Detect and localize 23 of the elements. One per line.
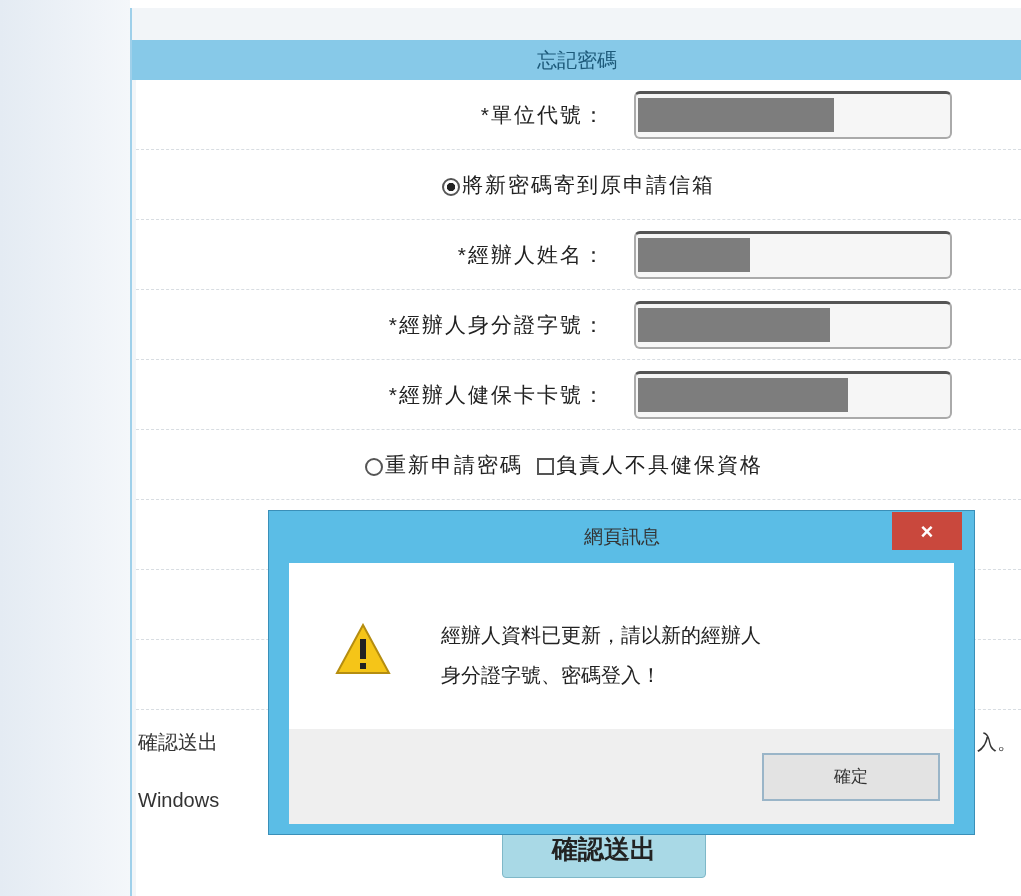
option-label: 負責人不具健保資格 bbox=[555, 451, 763, 478]
input-field[interactable] bbox=[634, 370, 952, 419]
warning-icon bbox=[335, 623, 391, 675]
radio-button[interactable] bbox=[442, 177, 460, 196]
field-label: *經辦人姓名： bbox=[456, 241, 607, 268]
option-label: 重新申請密碼 bbox=[384, 451, 523, 478]
note-text: 確認送出 bbox=[138, 730, 218, 755]
dialog-message: 經辦人資料已更新，請以新的經辦人 身分證字號、密碼登入！ bbox=[441, 623, 761, 688]
input-field[interactable] bbox=[634, 90, 952, 139]
option-label: 將新密碼寄到原申請信箱 bbox=[462, 171, 715, 198]
field-label: *單位代號： bbox=[479, 101, 607, 128]
input-field[interactable] bbox=[634, 300, 952, 349]
field-label: *經辦人健保卡卡號： bbox=[387, 381, 607, 408]
checkbox[interactable] bbox=[536, 458, 554, 475]
dialog-title: 網頁訊息 bbox=[583, 524, 660, 549]
form-title: 忘記密碼 bbox=[132, 40, 1021, 80]
note-text: Windows bbox=[138, 788, 220, 813]
field-label: *經辦人身分證字號： bbox=[387, 311, 607, 338]
close-button[interactable]: × bbox=[892, 512, 962, 550]
radio-button[interactable] bbox=[364, 457, 383, 476]
input-field[interactable] bbox=[634, 230, 952, 279]
ok-button[interactable]: 確定 bbox=[762, 753, 940, 801]
note-text: 入。 bbox=[977, 730, 1017, 755]
